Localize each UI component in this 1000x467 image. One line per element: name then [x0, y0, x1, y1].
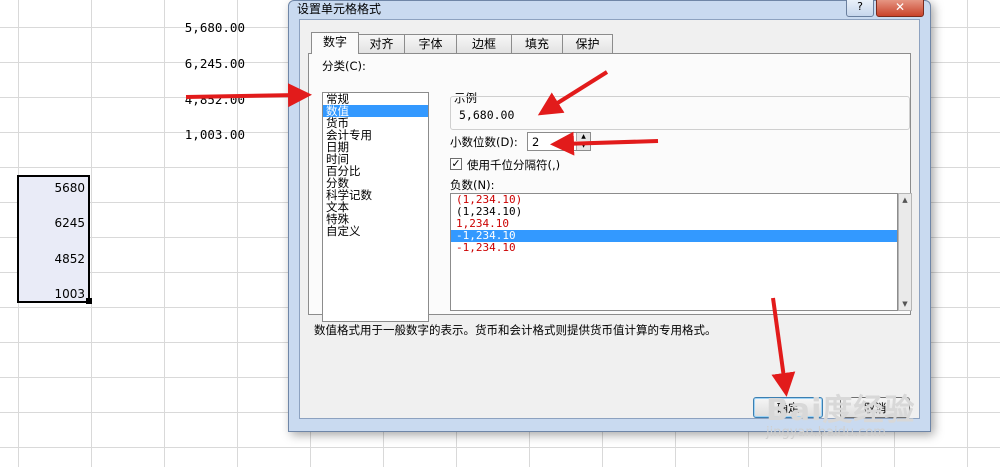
format-description: 数值格式用于一般数字的表示。货币和会计格式则提供货币值计算的专用格式。 — [314, 323, 717, 337]
negative-option[interactable]: (1,234.10) — [451, 206, 897, 218]
stepper-down-icon[interactable]: ▼ — [576, 142, 590, 150]
cell-raw-1[interactable]: 5680 — [54, 181, 85, 195]
thousands-separator-checkbox[interactable]: ✓ — [450, 158, 462, 170]
selected-range[interactable]: 5680 6245 4852 1003 — [17, 175, 90, 303]
help-button[interactable]: ? — [846, 0, 874, 17]
dialog-title: 设置单元格格式 — [297, 2, 382, 16]
cell-raw-2[interactable]: 6245 — [54, 216, 85, 230]
watermark-logo: Bai度经验 — [766, 393, 916, 428]
tab-border[interactable]: 边框 — [456, 34, 512, 53]
cell-formatted-2[interactable]: 6,245.00 — [165, 56, 245, 71]
sample-box: 5,680.00 — [450, 96, 910, 130]
cell-formatted-1[interactable]: 5,680.00 — [165, 20, 245, 35]
decimal-places-label: 小数位数(D): — [450, 135, 518, 149]
fill-handle[interactable] — [86, 298, 92, 304]
number-tab-panel: 分类(C): 常规 数值 货币 会计专用 日期 时间 百分比 分数 科学记数 文… — [308, 53, 912, 322]
tab-number[interactable]: 数字 — [311, 32, 359, 54]
decimal-places-stepper[interactable]: 2 ▲ ▼ — [527, 132, 591, 151]
decimal-places-value[interactable]: 2 — [532, 135, 539, 149]
category-label: 分类(C): — [322, 59, 366, 73]
negative-numbers-list[interactable]: (1,234.10) (1,234.10) 1,234.10 -1,234.10… — [450, 193, 898, 311]
stepper-up-icon[interactable]: ▲ — [576, 133, 590, 141]
scroll-down-icon[interactable]: ▼ — [899, 298, 911, 310]
cell-formatted-3[interactable]: 4,852.00 — [165, 92, 245, 107]
dialog-body: 数字 对齐 字体 边框 填充 保护 分类(C): 常规 数值 货币 会计专用 日… — [299, 19, 920, 419]
watermark-url: jingyan.baidu.com — [766, 425, 886, 440]
tab-fill[interactable]: 填充 — [511, 34, 563, 53]
sample-value: 5,680.00 — [459, 108, 515, 122]
negative-option[interactable]: -1,234.10 — [451, 242, 897, 254]
scroll-up-icon[interactable]: ▲ — [899, 194, 911, 206]
tab-alignment[interactable]: 对齐 — [358, 34, 405, 53]
cell-formatted-4[interactable]: 1,003.00 — [165, 127, 245, 142]
cell-raw-4[interactable]: 1003 — [54, 287, 85, 301]
tab-font[interactable]: 字体 — [404, 34, 457, 53]
negative-list-scrollbar[interactable]: ▲ ▼ — [898, 193, 912, 311]
close-button[interactable]: ✕ — [876, 0, 924, 17]
negative-numbers-label: 负数(N): — [450, 178, 495, 192]
category-list[interactable]: 常规 数值 货币 会计专用 日期 时间 百分比 分数 科学记数 文本 特殊 自定… — [322, 92, 429, 322]
category-item[interactable]: 自定义 — [323, 225, 428, 237]
tab-protection[interactable]: 保护 — [562, 34, 613, 53]
cell-raw-3[interactable]: 4852 — [54, 252, 85, 266]
negative-option-selected[interactable]: -1,234.10 — [451, 230, 897, 242]
baidu-watermark: Bai度经验 jingyan.baidu.com — [766, 385, 916, 440]
thousands-separator-label[interactable]: 使用千位分隔符(,) — [467, 157, 560, 173]
format-cells-dialog: 设置单元格格式 ? ✕ 数字 对齐 字体 边框 填充 保护 分类(C): 常规 … — [288, 0, 931, 432]
negative-option[interactable]: 1,234.10 — [451, 218, 897, 230]
